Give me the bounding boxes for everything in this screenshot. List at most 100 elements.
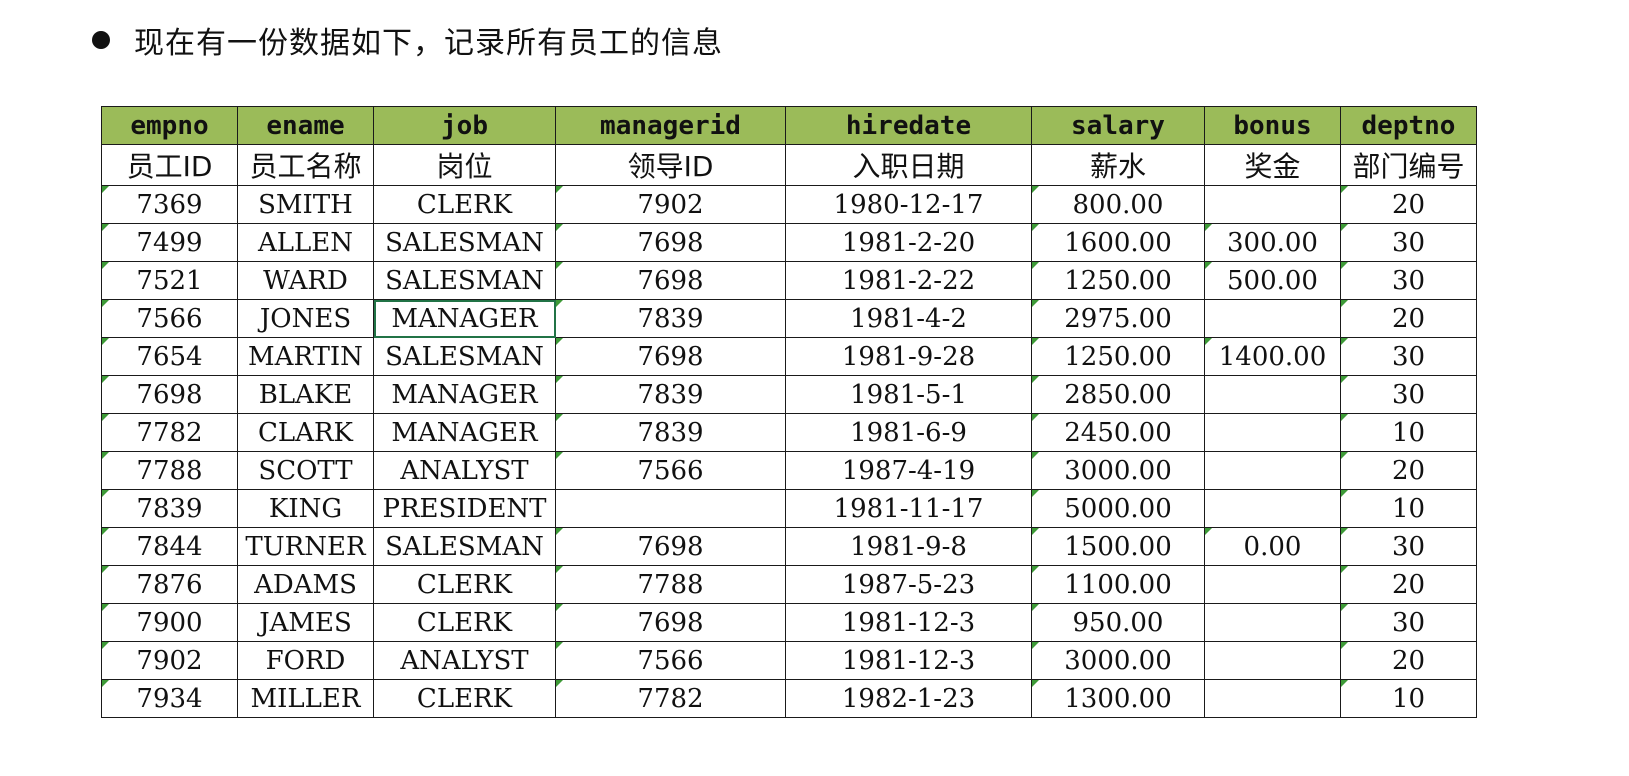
cell-deptno[interactable]: 20: [1340, 641, 1477, 680]
cell-hiredate[interactable]: 1981-12-3: [785, 603, 1032, 642]
column-header-managerid[interactable]: managerid: [555, 106, 786, 145]
cell-empno[interactable]: 7521: [101, 261, 238, 300]
cell-bonus[interactable]: 0.00: [1204, 527, 1341, 566]
cell-managerid[interactable]: 7902: [555, 185, 786, 224]
cell-empno[interactable]: 7788: [101, 451, 238, 490]
cell-job[interactable]: CLERK: [373, 603, 556, 642]
cell-hiredate[interactable]: 1981-12-3: [785, 641, 1032, 680]
cell-managerid[interactable]: 7788: [555, 565, 786, 604]
cell-hiredate[interactable]: 1981-9-28: [785, 337, 1032, 376]
cell-bonus[interactable]: [1204, 641, 1341, 680]
cell-managerid[interactable]: 7698: [555, 603, 786, 642]
cell-hiredate[interactable]: 1982-1-23: [785, 679, 1032, 718]
column-header-hiredate[interactable]: hiredate: [785, 106, 1032, 145]
cell-deptno[interactable]: 30: [1340, 375, 1477, 414]
column-header-bonus[interactable]: bonus: [1204, 106, 1341, 145]
cell-ename[interactable]: ALLEN: [237, 223, 374, 262]
cell-ename[interactable]: JAMES: [237, 603, 374, 642]
cell-bonus[interactable]: 500.00: [1204, 261, 1341, 300]
cell-ename[interactable]: MARTIN: [237, 337, 374, 376]
cell-job[interactable]: PRESIDENT: [373, 489, 556, 528]
cell-ename[interactable]: MILLER: [237, 679, 374, 718]
column-label-bonus[interactable]: 奖金: [1204, 144, 1341, 186]
column-label-empno[interactable]: 员工ID: [101, 144, 238, 186]
cell-managerid[interactable]: 7839: [555, 375, 786, 414]
cell-job[interactable]: CLERK: [373, 185, 556, 224]
cell-managerid[interactable]: 7566: [555, 641, 786, 680]
cell-job[interactable]: SALESMAN: [373, 223, 556, 262]
cell-salary[interactable]: 5000.00: [1031, 489, 1205, 528]
cell-deptno[interactable]: 30: [1340, 603, 1477, 642]
column-header-ename[interactable]: ename: [237, 106, 374, 145]
cell-ename[interactable]: SMITH: [237, 185, 374, 224]
cell-bonus[interactable]: [1204, 565, 1341, 604]
cell-deptno[interactable]: 20: [1340, 185, 1477, 224]
column-header-salary[interactable]: salary: [1031, 106, 1205, 145]
cell-deptno[interactable]: 30: [1340, 337, 1477, 376]
cell-managerid[interactable]: 7698: [555, 261, 786, 300]
column-label-deptno[interactable]: 部门编号: [1340, 144, 1477, 186]
cell-empno[interactable]: 7698: [101, 375, 238, 414]
cell-empno[interactable]: 7782: [101, 413, 238, 452]
cell-salary[interactable]: 1250.00: [1031, 337, 1205, 376]
cell-bonus[interactable]: [1204, 413, 1341, 452]
cell-bonus[interactable]: [1204, 489, 1341, 528]
cell-managerid[interactable]: 7566: [555, 451, 786, 490]
cell-job[interactable]: MANAGER: [373, 375, 556, 414]
cell-deptno[interactable]: 20: [1340, 565, 1477, 604]
cell-salary[interactable]: 1250.00: [1031, 261, 1205, 300]
cell-empno[interactable]: 7902: [101, 641, 238, 680]
column-label-job[interactable]: 岗位: [373, 144, 556, 186]
cell-job[interactable]: SALESMAN: [373, 337, 556, 376]
cell-deptno[interactable]: 10: [1340, 679, 1477, 718]
cell-hiredate[interactable]: 1980-12-17: [785, 185, 1032, 224]
cell-empno[interactable]: 7654: [101, 337, 238, 376]
column-header-empno[interactable]: empno: [101, 106, 238, 145]
cell-empno[interactable]: 7839: [101, 489, 238, 528]
cell-salary[interactable]: 1500.00: [1031, 527, 1205, 566]
cell-job[interactable]: CLERK: [373, 679, 556, 718]
cell-salary[interactable]: 2975.00: [1031, 299, 1205, 338]
cell-job[interactable]: ANALYST: [373, 451, 556, 490]
cell-hiredate[interactable]: 1987-5-23: [785, 565, 1032, 604]
cell-job[interactable]: MANAGER: [373, 413, 556, 452]
cell-empno[interactable]: 7499: [101, 223, 238, 262]
cell-empno[interactable]: 7566: [101, 299, 238, 338]
cell-managerid[interactable]: 7839: [555, 299, 786, 338]
cell-managerid[interactable]: [555, 489, 786, 528]
column-label-managerid[interactable]: 领导ID: [555, 144, 786, 186]
cell-empno[interactable]: 7876: [101, 565, 238, 604]
cell-hiredate[interactable]: 1981-4-2: [785, 299, 1032, 338]
cell-deptno[interactable]: 20: [1340, 299, 1477, 338]
column-label-ename[interactable]: 员工名称: [237, 144, 374, 186]
cell-ename[interactable]: JONES: [237, 299, 374, 338]
cell-deptno[interactable]: 20: [1340, 451, 1477, 490]
cell-salary[interactable]: 950.00: [1031, 603, 1205, 642]
cell-managerid[interactable]: 7698: [555, 527, 786, 566]
cell-salary[interactable]: 1100.00: [1031, 565, 1205, 604]
cell-managerid[interactable]: 7698: [555, 223, 786, 262]
cell-deptno[interactable]: 30: [1340, 261, 1477, 300]
cell-salary[interactable]: 1600.00: [1031, 223, 1205, 262]
cell-deptno[interactable]: 10: [1340, 489, 1477, 528]
cell-ename[interactable]: WARD: [237, 261, 374, 300]
cell-bonus[interactable]: [1204, 375, 1341, 414]
cell-ename[interactable]: KING: [237, 489, 374, 528]
cell-ename[interactable]: TURNER: [237, 527, 374, 566]
cell-hiredate[interactable]: 1981-5-1: [785, 375, 1032, 414]
cell-job[interactable]: MANAGER: [373, 299, 556, 338]
cell-job[interactable]: ANALYST: [373, 641, 556, 680]
column-header-job[interactable]: job: [373, 106, 556, 145]
cell-salary[interactable]: 2450.00: [1031, 413, 1205, 452]
cell-bonus[interactable]: [1204, 299, 1341, 338]
cell-empno[interactable]: 7900: [101, 603, 238, 642]
cell-salary[interactable]: 3000.00: [1031, 641, 1205, 680]
cell-salary[interactable]: 800.00: [1031, 185, 1205, 224]
cell-hiredate[interactable]: 1987-4-19: [785, 451, 1032, 490]
cell-bonus[interactable]: 1400.00: [1204, 337, 1341, 376]
cell-job[interactable]: SALESMAN: [373, 527, 556, 566]
cell-job[interactable]: SALESMAN: [373, 261, 556, 300]
cell-bonus[interactable]: [1204, 679, 1341, 718]
cell-empno[interactable]: 7934: [101, 679, 238, 718]
cell-salary[interactable]: 3000.00: [1031, 451, 1205, 490]
